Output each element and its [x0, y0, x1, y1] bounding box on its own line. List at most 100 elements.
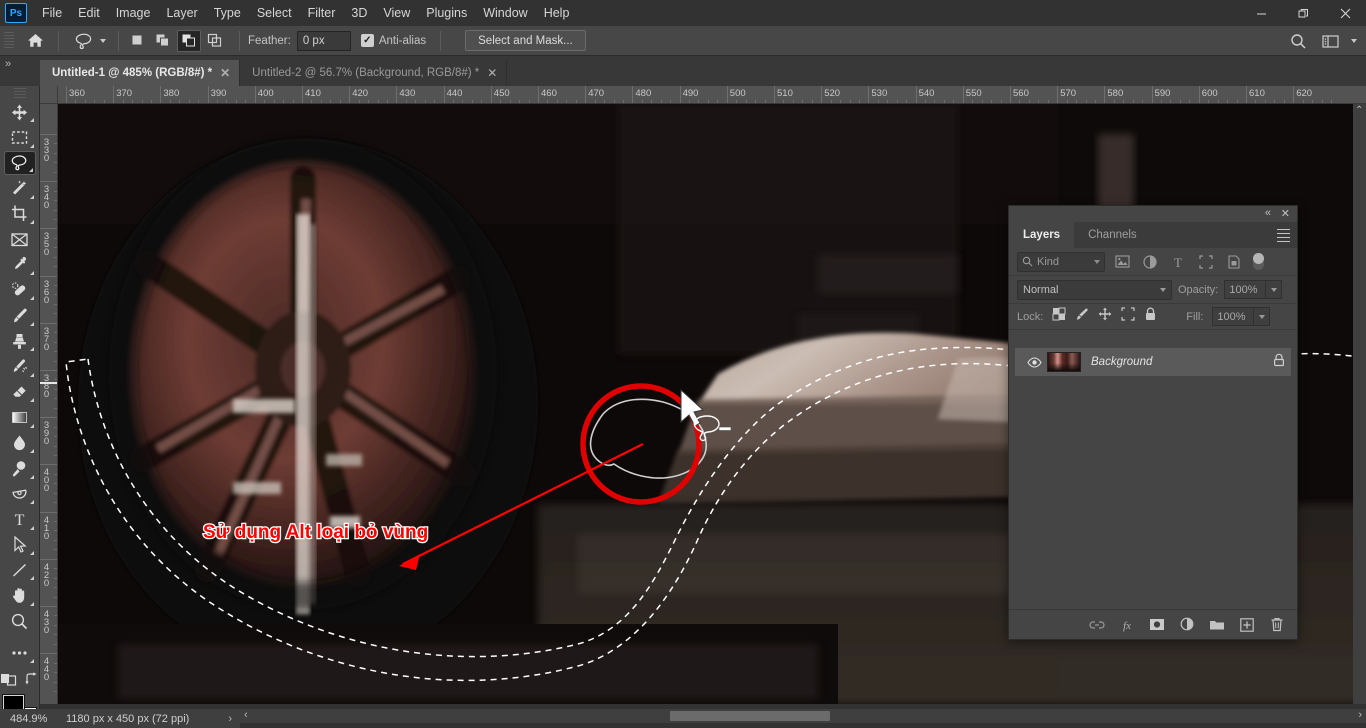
document-tab-untitled-2[interactable]: Untitled-2 @ 56.7% (Background, RGB/8#) … — [240, 60, 507, 86]
lasso-tool[interactable] — [4, 151, 36, 176]
chevron-down-icon[interactable] — [1094, 260, 1100, 264]
lock-position-icon[interactable] — [1098, 307, 1112, 326]
panel-collapse-icon[interactable]: » — [0, 56, 40, 86]
zoom-tool[interactable] — [4, 609, 36, 633]
layer-lock-icon[interactable] — [1273, 353, 1285, 372]
anti-alias-checkbox-wrap[interactable]: ✓ Anti-alias — [361, 34, 426, 47]
horizontal-ruler[interactable]: 3603703803904004104204304404504604704804… — [58, 86, 1366, 104]
flyout-triangle-icon[interactable] — [26, 576, 34, 580]
crop-tool[interactable] — [4, 202, 36, 226]
options-bar-grip[interactable] — [4, 32, 14, 50]
workspace-chevron-down-icon[interactable] — [1351, 39, 1357, 43]
new-layer-button[interactable] — [1239, 616, 1255, 634]
flyout-triangle-icon[interactable] — [26, 271, 34, 275]
menu-3d[interactable]: 3D — [343, 2, 375, 24]
filter-enable-toggle[interactable] — [1253, 253, 1264, 270]
flyout-triangle-icon[interactable] — [26, 398, 34, 402]
vertical-ruler[interactable]: 330340350360370380390400410420430440 — [40, 104, 58, 704]
anti-alias-checkbox[interactable]: ✓ — [361, 34, 374, 47]
gradient-tool[interactable] — [4, 405, 36, 429]
fill-value[interactable]: 100% — [1212, 307, 1254, 326]
history-brush-tool[interactable] — [4, 354, 36, 378]
menu-select[interactable]: Select — [249, 2, 300, 24]
object-selection-tool[interactable] — [4, 176, 36, 200]
close-button[interactable] — [1324, 0, 1366, 26]
tools-panel-grip[interactable] — [14, 88, 26, 98]
menu-image[interactable]: Image — [108, 2, 159, 24]
path-selection-tool[interactable] — [4, 533, 36, 557]
menu-view[interactable]: View — [375, 2, 418, 24]
lock-image-pixels-icon[interactable] — [1075, 307, 1089, 326]
layer-visibility-toggle[interactable] — [1021, 357, 1047, 368]
flyout-triangle-icon[interactable] — [26, 500, 34, 504]
spot-healing-brush-tool[interactable] — [4, 278, 36, 302]
flyout-triangle-icon[interactable] — [26, 220, 34, 224]
vertical-scrollbar[interactable]: ⌃ — [1353, 104, 1366, 704]
new-group-button[interactable] — [1209, 616, 1225, 634]
flyout-triangle-icon[interactable] — [26, 475, 34, 479]
flyout-triangle-icon[interactable] — [26, 602, 34, 606]
filter-smart-object-icon[interactable] — [1223, 252, 1245, 272]
layer-list[interactable]: Background — [1009, 346, 1297, 607]
flyout-triangle-icon[interactable] — [26, 424, 34, 428]
tab-channels[interactable]: Channels — [1074, 222, 1151, 248]
move-tool[interactable] — [4, 100, 36, 124]
layer-row-background[interactable]: Background — [1015, 348, 1291, 376]
ruler-corner[interactable] — [40, 86, 58, 104]
quick-mask-icon[interactable] — [0, 672, 18, 691]
eyedropper-tool[interactable] — [4, 253, 36, 277]
home-icon[interactable] — [18, 33, 52, 48]
swap-colors-icon[interactable] — [25, 672, 39, 691]
flyout-triangle-icon[interactable] — [26, 551, 34, 555]
dodge-tool[interactable] — [4, 456, 36, 480]
close-icon[interactable]: ✕ — [220, 66, 230, 80]
document-tab-untitled-1[interactable]: Untitled-1 @ 485% (RGB/8#) * ✕ — [40, 60, 240, 86]
tool-preset-picker[interactable] — [65, 30, 112, 52]
workspace-icon[interactable] — [1319, 34, 1343, 49]
intersect-with-selection-button[interactable] — [203, 30, 227, 52]
flyout-triangle-icon[interactable] — [26, 118, 34, 122]
panel-collapse-icon[interactable]: « — [1265, 207, 1271, 219]
scroll-right-icon[interactable]: › — [1358, 709, 1362, 721]
add-to-selection-button[interactable] — [151, 30, 175, 52]
line-tool[interactable] — [4, 558, 36, 582]
document-dimensions[interactable]: 1180 px x 450 px (72 ppi) — [66, 713, 228, 725]
frame-tool[interactable] — [4, 227, 36, 251]
menu-type[interactable]: Type — [206, 2, 249, 24]
filter-type-layers-icon[interactable]: T — [1167, 252, 1189, 272]
flyout-triangle-icon[interactable] — [26, 449, 34, 453]
chevron-down-icon[interactable] — [1160, 288, 1166, 292]
flyout-triangle-icon[interactable] — [26, 659, 34, 663]
lock-transparent-pixels-icon[interactable] — [1052, 307, 1066, 326]
filter-adjustment-layers-icon[interactable] — [1139, 252, 1161, 272]
select-and-mask-button[interactable]: Select and Mask... — [465, 30, 586, 51]
menu-edit[interactable]: Edit — [70, 2, 108, 24]
brush-tool[interactable] — [4, 303, 36, 327]
delete-layer-button[interactable] — [1269, 616, 1285, 634]
lock-all-icon[interactable] — [1144, 307, 1157, 326]
status-expand-icon[interactable]: › — [228, 713, 240, 725]
opacity-value[interactable]: 100% — [1224, 280, 1266, 299]
menu-file[interactable]: File — [34, 2, 70, 24]
layer-style-button[interactable]: fx — [1119, 616, 1135, 634]
link-layers-button[interactable] — [1089, 616, 1105, 634]
filter-pixel-layers-icon[interactable] — [1111, 252, 1133, 272]
flyout-triangle-icon[interactable] — [26, 373, 34, 377]
lock-artboard-nesting-icon[interactable] — [1121, 307, 1135, 326]
menu-window[interactable]: Window — [475, 2, 535, 24]
menu-filter[interactable]: Filter — [300, 2, 344, 24]
clone-stamp-tool[interactable] — [4, 329, 36, 353]
layer-thumbnail[interactable] — [1047, 352, 1081, 372]
restore-button[interactable] — [1282, 0, 1324, 26]
horizontal-scrollbar[interactable]: ‹ › — [240, 709, 1366, 723]
filter-kind-select[interactable]: Kind — [1017, 252, 1105, 272]
new-selection-button[interactable] — [125, 30, 149, 52]
scroll-up-icon[interactable]: ⌃ — [1355, 105, 1363, 116]
flyout-triangle-icon[interactable] — [26, 322, 34, 326]
flyout-triangle-icon[interactable] — [26, 144, 34, 148]
minimize-button[interactable] — [1240, 0, 1282, 26]
feather-input[interactable]: 0 px — [297, 31, 351, 51]
flyout-triangle-icon[interactable] — [25, 168, 33, 172]
subtract-from-selection-button[interactable] — [177, 30, 201, 52]
layer-name[interactable]: Background — [1091, 356, 1273, 368]
